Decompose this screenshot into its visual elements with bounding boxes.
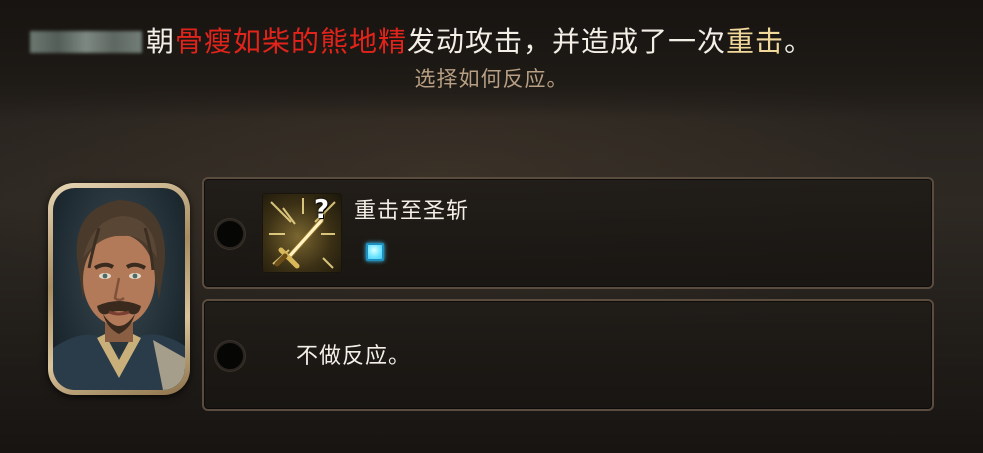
character-portrait — [53, 188, 185, 390]
portrait-face-icon — [53, 200, 185, 390]
reaction-prompt: 朝骨瘦如柴的熊地精发动攻击，并造成了一次重击。 — [30, 20, 970, 64]
reaction-option-smite[interactable]: ? 重击至圣斩 — [202, 177, 934, 289]
option-label: 不做反应。 — [296, 344, 412, 369]
enemy-name: 骨瘦如柴的熊地精 — [175, 25, 408, 58]
prompt-part3: 。 — [784, 25, 814, 58]
option-radio[interactable] — [215, 341, 245, 371]
character-portrait-frame — [48, 183, 190, 395]
reaction-dialog: 朝骨瘦如柴的熊地精发动攻击，并造成了一次重击。 选择如何反应。 ? 重击至圣斩 … — [0, 0, 983, 453]
option-label: 重击至圣斩 — [354, 199, 470, 224]
redacted-player-name — [30, 31, 142, 53]
hit-type: 重击 — [726, 25, 785, 58]
prompt-part2: 发动攻击，并造成了一次 — [407, 25, 727, 58]
option-radio[interactable] — [215, 219, 245, 249]
prompt-part1: 朝 — [146, 25, 176, 58]
reaction-charge-icon — [366, 243, 384, 261]
prompt-subtitle: 选择如何反应。 — [414, 67, 569, 91]
unknown-badge-icon: ? — [314, 195, 330, 225]
reaction-option-none[interactable]: 不做反应。 — [202, 299, 934, 411]
